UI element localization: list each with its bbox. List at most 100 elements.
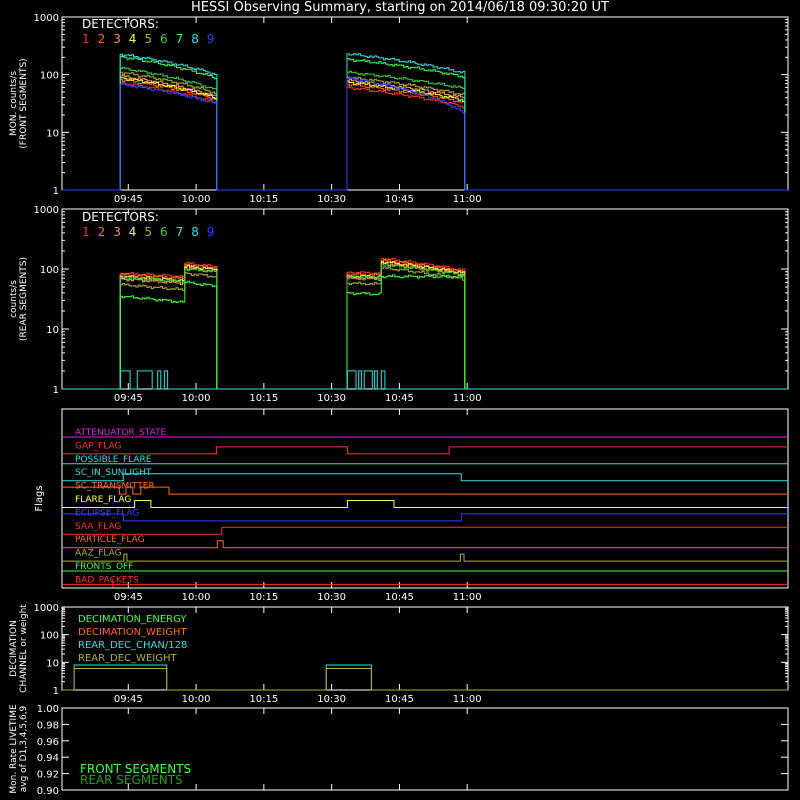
- y-tick-label-0.94: 0.94: [37, 753, 59, 764]
- flag-line-AAZ_FLAG: [62, 553, 788, 562]
- observing-summary-plot: 09:45 10:00 10:15 10:30 10:45 11:00 09:45 10:00…: [9, 13, 789, 797]
- legend-detector-5: 5: [144, 32, 152, 46]
- flag-line-PARTICLE_FLAG: [62, 540, 788, 549]
- x-tick-label-10:45: 10:45: [385, 194, 414, 205]
- legend-detector-7: 7: [176, 32, 184, 46]
- flag-label-FLARE_FLAG: FLARE_FLAG: [75, 495, 131, 505]
- legend-REAR_DEC_WEIGHT: REAR_DEC_WEIGHT: [78, 653, 177, 664]
- x-tick-label-10:15: 10:15: [249, 592, 278, 603]
- y-tick-label-1000: 1000: [34, 13, 59, 24]
- x-tick-label-10:30: 10:30: [317, 592, 346, 603]
- y-tick-label-10: 10: [46, 325, 59, 336]
- legend-detector-7: 7: [176, 225, 184, 239]
- legend-detector-2: 2: [98, 225, 106, 239]
- y-tick-label-1: 1: [53, 186, 59, 197]
- flag-line-GAP_FLAG: [62, 446, 788, 455]
- x-tick-label-09:45: 09:45: [114, 592, 143, 603]
- legend-detector-2: 2: [98, 32, 106, 46]
- flag-line-ECLIPSE_FLAG: [62, 513, 788, 522]
- series-rear-detector-3: [62, 262, 788, 390]
- y-tick-label-1: 1: [53, 686, 59, 697]
- panel-2-frame: [61, 208, 789, 390]
- legend-detector-1: 1: [82, 225, 90, 239]
- y-axis-label: DECIMATION: [9, 620, 19, 677]
- legend-detector-4: 4: [129, 32, 137, 46]
- x-tick-label-09:45: 09:45: [114, 393, 143, 404]
- y-tick-label-1000: 1000: [34, 603, 59, 614]
- y-axis-label: counts/s: [9, 280, 19, 318]
- series-REAR_DEC_CHAN/128: [62, 664, 788, 691]
- x-tick-label-11:00: 11:00: [453, 592, 482, 603]
- y-tick-label-0.98: 0.98: [37, 720, 59, 731]
- y-axis-label: MON. counts/s: [9, 71, 19, 136]
- y-tick-label-0.90: 0.90: [37, 786, 59, 797]
- flag-line-SAA_FLAG: [62, 526, 788, 535]
- legend-detector-3: 3: [113, 32, 121, 46]
- y-axis-label: Flags: [34, 485, 45, 511]
- x-tick-label-10:15: 10:15: [249, 393, 278, 404]
- y-tick-label-1.00: 1.00: [37, 704, 59, 715]
- y-axis-label: (FRONT SEGMENTS): [19, 58, 29, 148]
- x-tick-label-11:00: 11:00: [453, 393, 482, 404]
- x-tick-label-10:30: 10:30: [317, 194, 346, 205]
- x-tick-label-09:45: 09:45: [114, 694, 143, 705]
- legend-detector-9: 9: [207, 225, 215, 239]
- legend-DECIMATION_ENERGY: DECIMATION_ENERGY: [78, 614, 187, 625]
- flag-line-SC_TRANSMITTER: [62, 486, 788, 495]
- flag-label-SAA_FLAG: SAA_FLAG: [75, 522, 121, 532]
- y-axis-label: CHANNEL or weight: [19, 604, 29, 693]
- series-REAR_DEC_WEIGHT: [62, 668, 788, 691]
- y-tick-label-0.96: 0.96: [37, 737, 59, 748]
- y-tick-label-100: 100: [40, 265, 59, 276]
- series-front-detector-1: [62, 82, 788, 191]
- panel-1-frame: [61, 16, 789, 191]
- x-tick-label-10:15: 10:15: [249, 694, 278, 705]
- y-axis-label: (REAR SEGMENTS): [19, 257, 29, 341]
- legend-detector-8: 8: [191, 225, 199, 239]
- flag-label-PARTICLE_FLAG: PARTICLE_FLAG: [75, 535, 145, 545]
- series-front-detector-3: [62, 74, 788, 191]
- x-tick-label-10:45: 10:45: [385, 694, 414, 705]
- flag-label-AAZ_FLAG: AAZ_FLAG: [75, 549, 122, 559]
- series-rear-detector-5: [62, 266, 788, 390]
- series-front-detector-7: [62, 55, 788, 191]
- legend-REAR_DEC_CHAN/128: REAR_DEC_CHAN/128: [78, 640, 187, 651]
- y-tick-label-10: 10: [46, 128, 59, 139]
- y-tick-label-1: 1: [53, 385, 59, 396]
- series-rear-detector-6: [62, 263, 788, 390]
- y-tick-label-0.92: 0.92: [37, 770, 59, 781]
- legend-detector-5: 5: [144, 225, 152, 239]
- legend-detector-8: 8: [191, 32, 199, 46]
- x-tick-label-10:00: 10:00: [182, 194, 211, 205]
- y-tick-label-1000: 1000: [34, 205, 59, 216]
- legend-detector-1: 1: [82, 32, 90, 46]
- legend-detector-6: 6: [160, 32, 168, 46]
- legend-REAR SEGMENTS: REAR SEGMENTS: [80, 773, 183, 787]
- flag-label-GAP_FLAG: GAP_FLAG: [75, 441, 121, 451]
- series-rear-detector-8: [62, 370, 788, 390]
- y-tick-label-10: 10: [46, 658, 59, 669]
- x-tick-label-10:15: 10:15: [249, 194, 278, 205]
- legend-detector-4: 4: [129, 225, 137, 239]
- x-tick-label-10:30: 10:30: [317, 393, 346, 404]
- series-rear-detector-7: [62, 274, 788, 390]
- series-front-detector-8: [62, 53, 788, 191]
- legend-detector-9: 9: [207, 32, 215, 46]
- series-front-detector-2: [62, 79, 788, 191]
- x-tick-label-11:00: 11:00: [453, 694, 482, 705]
- x-tick-label-09:45: 09:45: [114, 194, 143, 205]
- x-tick-label-10:00: 10:00: [182, 393, 211, 404]
- legend-title: DETECTORS:: [82, 17, 159, 31]
- flag-line-SC_IN_SUNLIGHT: [62, 473, 788, 482]
- x-tick-label-10:45: 10:45: [385, 393, 414, 404]
- y-tick-label-100: 100: [40, 631, 59, 642]
- flag-line-FLARE_FLAG: [62, 500, 788, 508]
- x-tick-label-10:30: 10:30: [317, 694, 346, 705]
- series-front-detector-6: [62, 66, 788, 191]
- x-tick-label-10:00: 10:00: [182, 592, 211, 603]
- legend-detector-3: 3: [113, 225, 121, 239]
- x-tick-label-10:00: 10:00: [182, 694, 211, 705]
- legend-detector-6: 6: [160, 225, 168, 239]
- x-tick-label-11:00: 11:00: [453, 194, 482, 205]
- y-tick-label-100: 100: [40, 71, 59, 82]
